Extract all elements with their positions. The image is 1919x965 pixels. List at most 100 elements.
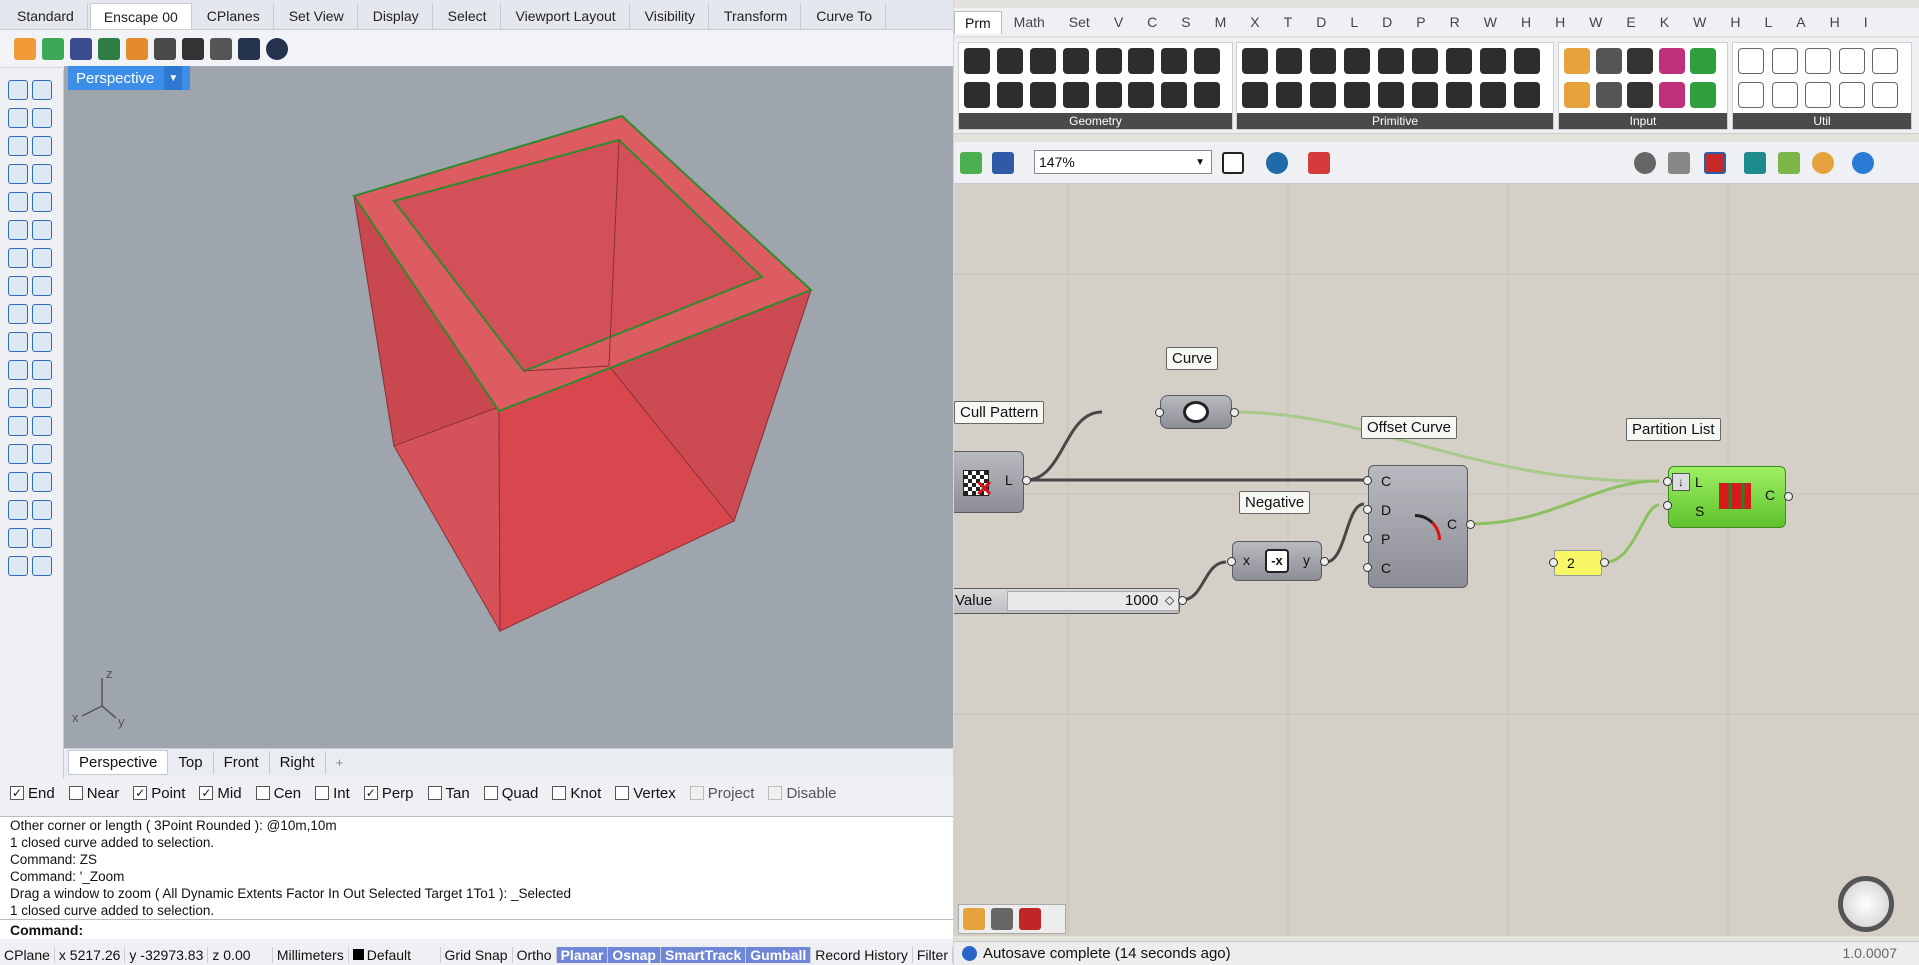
value-slider[interactable]: Value 1000 ◇	[954, 588, 1180, 614]
box-tool-icon[interactable]	[8, 248, 28, 268]
zoom-extents-icon[interactable]	[1222, 152, 1244, 174]
negative-node[interactable]: x -x y	[1232, 541, 1322, 581]
vp-tab-front[interactable]: Front	[214, 751, 270, 774]
osnap-checkbox[interactable]: ✓	[133, 786, 148, 800]
tab-viewport-layout[interactable]: Viewport Layout	[503, 3, 630, 29]
rectangle-tool-icon[interactable]	[8, 192, 28, 212]
status-toggle-smarttrack[interactable]: SmartTrack	[660, 946, 747, 963]
osnap-checkbox[interactable]: ✓	[10, 786, 24, 800]
status-toggle-osnap[interactable]: Osnap	[608, 946, 661, 963]
sphere-tool-icon[interactable]	[32, 248, 52, 268]
gh-tab-h-16[interactable]: H	[1543, 14, 1577, 30]
osnap-checkbox[interactable]	[483, 786, 498, 800]
status-units[interactable]: Millimeters	[273, 946, 349, 963]
line-tool-icon[interactable]	[8, 108, 28, 128]
gh-component-icon[interactable]	[1658, 82, 1685, 108]
layer-tool-icon[interactable]	[8, 416, 28, 436]
canvas-compass-icon[interactable]	[1838, 876, 1894, 932]
gh-tab-r-13[interactable]: R	[1438, 14, 1472, 30]
negative-input-port[interactable]	[1227, 557, 1236, 566]
ellipse-tool-icon[interactable]	[8, 164, 28, 184]
gh-component-icon[interactable]	[1242, 48, 1268, 74]
osnap-checkbox[interactable]: ✓	[363, 786, 378, 800]
slider-grip-icon[interactable]: ◇	[1165, 593, 1174, 607]
gh-component-icon[interactable]	[1738, 82, 1764, 108]
gh-tab-e-18[interactable]: E	[1614, 14, 1647, 30]
offset-port-c2[interactable]	[1363, 563, 1372, 572]
dimension-tool-icon[interactable]	[32, 220, 52, 240]
gh-component-icon[interactable]	[1480, 82, 1506, 108]
gh-component-icon[interactable]	[1627, 82, 1654, 108]
surface-tool-icon[interactable]	[32, 276, 52, 296]
gh-component-icon[interactable]	[1310, 48, 1336, 74]
curve-tool-icon[interactable]	[32, 164, 52, 184]
gh-tab-a-23[interactable]: A	[1784, 14, 1817, 30]
status-toggle-record-history[interactable]: Record History	[811, 946, 913, 963]
snap-tool-icon[interactable]	[32, 500, 52, 520]
enscape-settings-icon[interactable]	[210, 37, 232, 60]
group-tool-icon[interactable]	[32, 388, 52, 408]
gh-component-icon[interactable]	[1564, 48, 1590, 74]
osnap-checkbox[interactable]	[255, 786, 270, 800]
gh-tab-d-9[interactable]: D	[1304, 14, 1338, 30]
gh-component-icon[interactable]	[1344, 82, 1370, 108]
osnap-vertex[interactable]: Vertex	[615, 785, 676, 802]
status-toggle-planar[interactable]: Planar	[556, 946, 609, 963]
gh-tab-m-6[interactable]: M	[1203, 14, 1239, 30]
gh-component-icon[interactable]	[1838, 48, 1865, 74]
enscape-sync-icon[interactable]	[42, 37, 64, 60]
gh-component-icon[interactable]	[1242, 82, 1268, 108]
gh-component-icon[interactable]	[1412, 82, 1438, 108]
gh-component-icon[interactable]	[1690, 82, 1717, 108]
gh-tab-k-19[interactable]: K	[1648, 14, 1681, 30]
gh-component-icon[interactable]	[1595, 48, 1622, 74]
gh-canvas[interactable]: Cull Pattern ✕ L Curve Offset Curve C D …	[954, 184, 1919, 936]
zoom-select[interactable]: 147% ▼	[1034, 150, 1212, 174]
mesh-settings-icon[interactable]	[1778, 152, 1800, 174]
gh-component-icon[interactable]	[1276, 48, 1302, 74]
curve-param-node[interactable]	[1160, 395, 1232, 429]
perspective-viewport[interactable]: Perspective ▼ z x y	[64, 66, 953, 748]
osnap-disable[interactable]: Disable	[768, 785, 837, 802]
gh-component-icon[interactable]	[1446, 82, 1472, 108]
document-preview-icon[interactable]	[1812, 152, 1834, 174]
select-tool-icon[interactable]	[8, 80, 28, 100]
status-toggle-ortho[interactable]: Ortho	[513, 946, 557, 963]
partition-output-port[interactable]	[1784, 492, 1793, 501]
gh-tab-s-5[interactable]: S	[1169, 14, 1202, 30]
tab-display[interactable]: Display	[360, 3, 433, 29]
enscape-upload-icon[interactable]	[182, 37, 204, 60]
osnap-checkbox[interactable]: ✓	[199, 786, 214, 800]
gh-component-icon[interactable]	[1658, 48, 1685, 74]
check-tool-icon[interactable]	[32, 472, 52, 492]
gh-component-icon[interactable]	[1062, 48, 1089, 74]
osnap-mid[interactable]: ✓ Mid	[199, 785, 242, 802]
gh-tab-l-10[interactable]: L	[1338, 14, 1370, 30]
split-tool-icon[interactable]	[32, 556, 52, 576]
gh-tab-set-2[interactable]: Set	[1057, 14, 1102, 30]
status-cplane[interactable]: CPlane	[0, 946, 55, 963]
preview-selected-icon[interactable]	[1704, 152, 1726, 174]
gh-component-icon[interactable]	[1412, 48, 1438, 74]
gh-component-icon[interactable]	[996, 82, 1023, 108]
tab-select[interactable]: Select	[435, 3, 501, 29]
gh-component-icon[interactable]	[1062, 82, 1089, 108]
tab-curve-tools[interactable]: Curve To	[803, 3, 887, 29]
offset-output-port[interactable]	[1466, 520, 1475, 529]
sphere-icon[interactable]	[1852, 152, 1874, 174]
gh-component-icon[interactable]	[1627, 48, 1654, 74]
enscape-pause-icon[interactable]	[70, 37, 92, 60]
partition-port-s[interactable]	[1663, 501, 1672, 510]
gh-tab-i-25[interactable]: I	[1852, 14, 1880, 30]
gh-component-icon[interactable]	[1480, 48, 1506, 74]
gh-component-icon[interactable]	[1344, 48, 1370, 74]
status-toggle-gumball[interactable]: Gumball	[746, 946, 812, 963]
gh-component-icon[interactable]	[1838, 82, 1865, 108]
polyline-tool-icon[interactable]	[32, 108, 52, 128]
osnap-checkbox[interactable]	[427, 786, 442, 800]
partition-port-l[interactable]	[1663, 477, 1672, 486]
hatch-tool-icon[interactable]	[32, 416, 52, 436]
extrude-tool-icon[interactable]	[8, 276, 28, 296]
status-toggle-filter[interactable]: Filter	[913, 946, 953, 963]
move-tool-icon[interactable]	[8, 332, 28, 352]
